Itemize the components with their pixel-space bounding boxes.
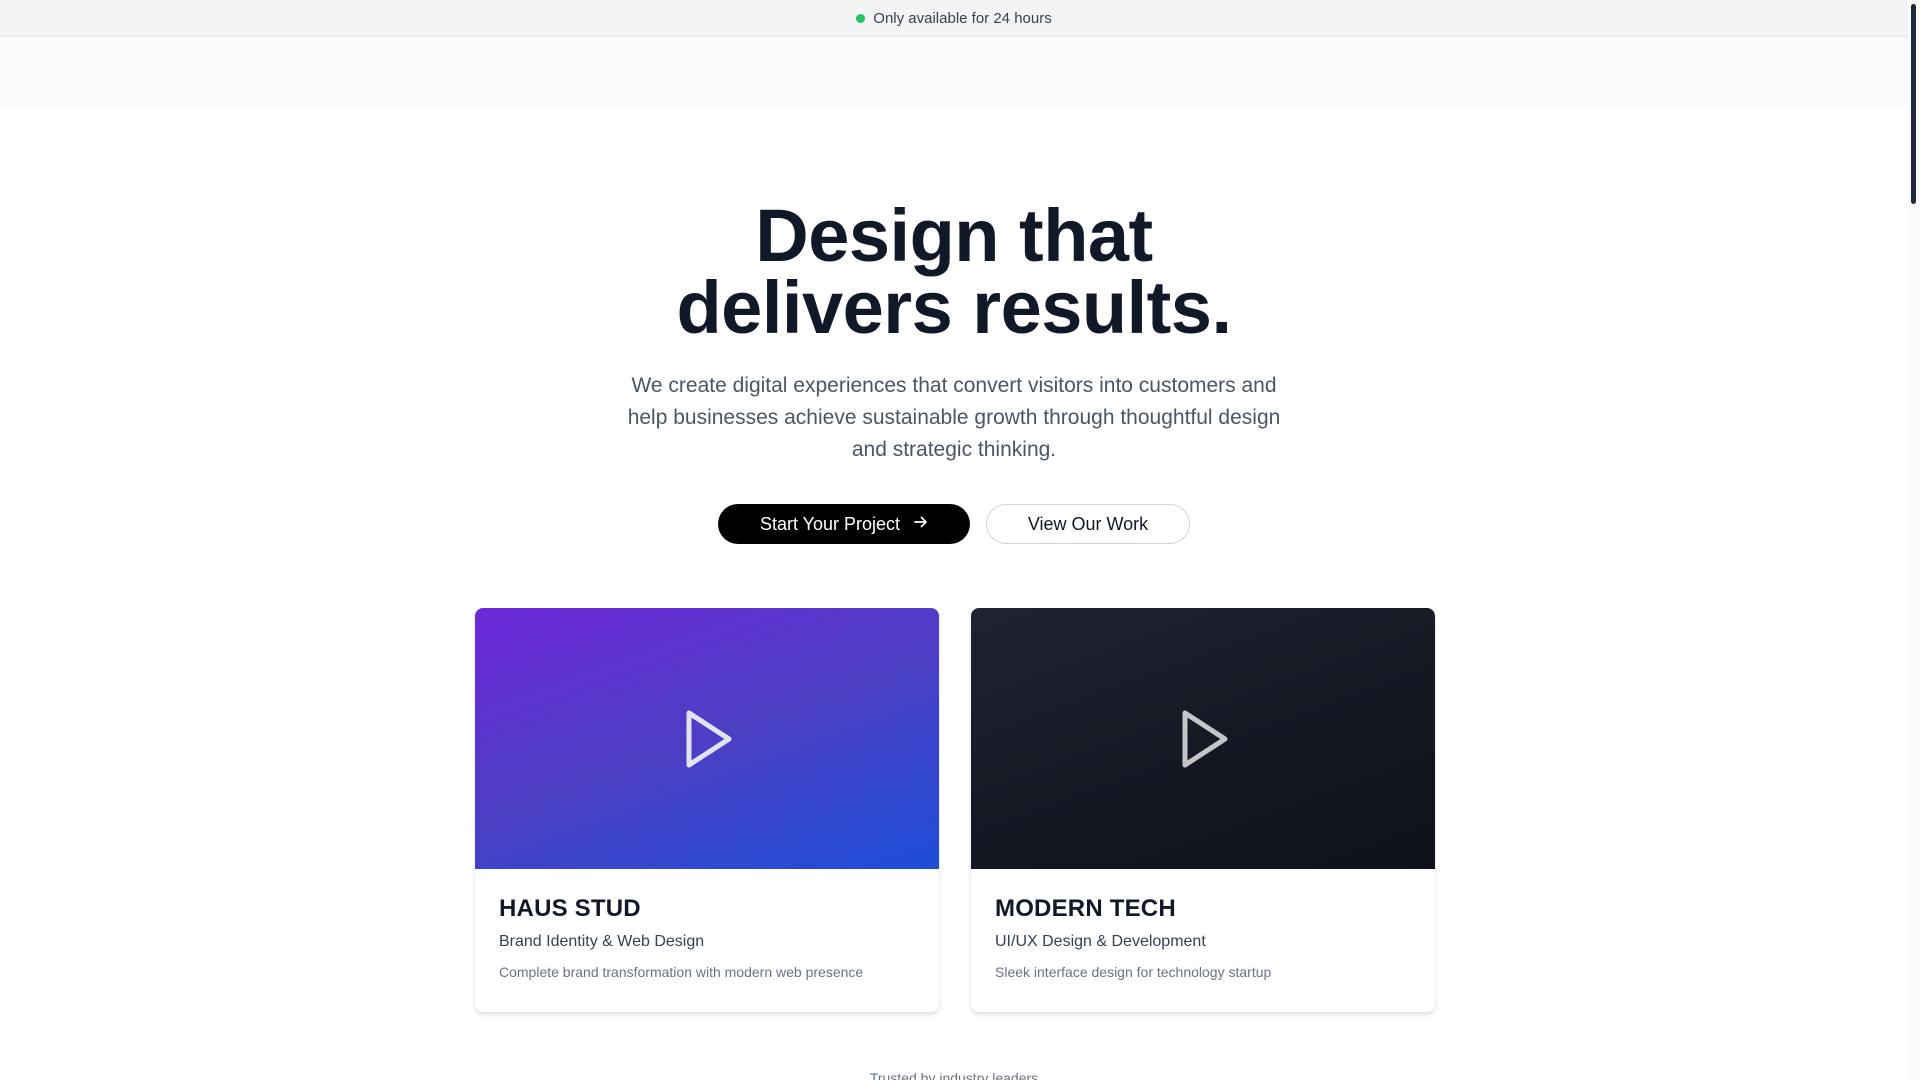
start-project-label: Start Your Project bbox=[759, 513, 901, 534]
project-thumbnail[interactable] bbox=[475, 608, 939, 869]
view-work-button[interactable]: View Our Work bbox=[986, 504, 1190, 544]
project-title: HAUS STUD bbox=[499, 895, 641, 922]
view-work-label: View Our Work bbox=[1027, 513, 1149, 534]
scrollbar-thumb[interactable] bbox=[1911, 4, 1916, 204]
project-card-body: HAUS STUD Brand Identity & Web Design Co… bbox=[475, 869, 939, 980]
hero-subtitle: We create digital experiences that conve… bbox=[627, 374, 1281, 461]
announcement-bar: Only available for 24 hours bbox=[0, 0, 1908, 37]
announcement-text: Only available for 24 hours bbox=[873, 9, 1052, 27]
hero-title-line-1: Design that bbox=[755, 194, 1153, 277]
page-scrollbar[interactable] bbox=[1908, 0, 1920, 1080]
project-card-body: MODERN TECH UI/UX Design & Development S… bbox=[971, 869, 1435, 980]
navigation-bar bbox=[0, 37, 1908, 109]
trusted-by-heading: Trusted by industry leaders bbox=[869, 1070, 1039, 1080]
project-description: Sleek interface design for technology st… bbox=[995, 964, 1272, 980]
page: Only available for 24 hours Design that … bbox=[0, 0, 1908, 1080]
hero-title: Design that delivers results. bbox=[0, 199, 1908, 345]
project-category: Brand Identity & Web Design bbox=[499, 933, 705, 950]
cta-buttons: Start Your Project View Our Work bbox=[0, 504, 1908, 544]
project-thumbnail[interactable] bbox=[971, 608, 1435, 869]
start-project-button[interactable]: Start Your Project bbox=[718, 504, 970, 544]
project-description: Complete brand transformation with moder… bbox=[499, 964, 864, 980]
play-icon[interactable] bbox=[1173, 707, 1233, 771]
arrow-right-icon bbox=[914, 515, 928, 533]
project-card-haus-stud[interactable]: HAUS STUD Brand Identity & Web Design Co… bbox=[475, 608, 939, 1012]
hero-title-line-2: delivers results. bbox=[676, 266, 1232, 349]
project-category: UI/UX Design & Development bbox=[995, 933, 1206, 950]
play-icon[interactable] bbox=[677, 707, 737, 771]
project-title: MODERN TECH bbox=[995, 895, 1176, 922]
hero-section: Design that delivers results. We create … bbox=[0, 199, 1908, 466]
project-card-modern-tech[interactable]: MODERN TECH UI/UX Design & Development S… bbox=[971, 608, 1435, 1012]
status-dot-icon bbox=[856, 13, 866, 23]
